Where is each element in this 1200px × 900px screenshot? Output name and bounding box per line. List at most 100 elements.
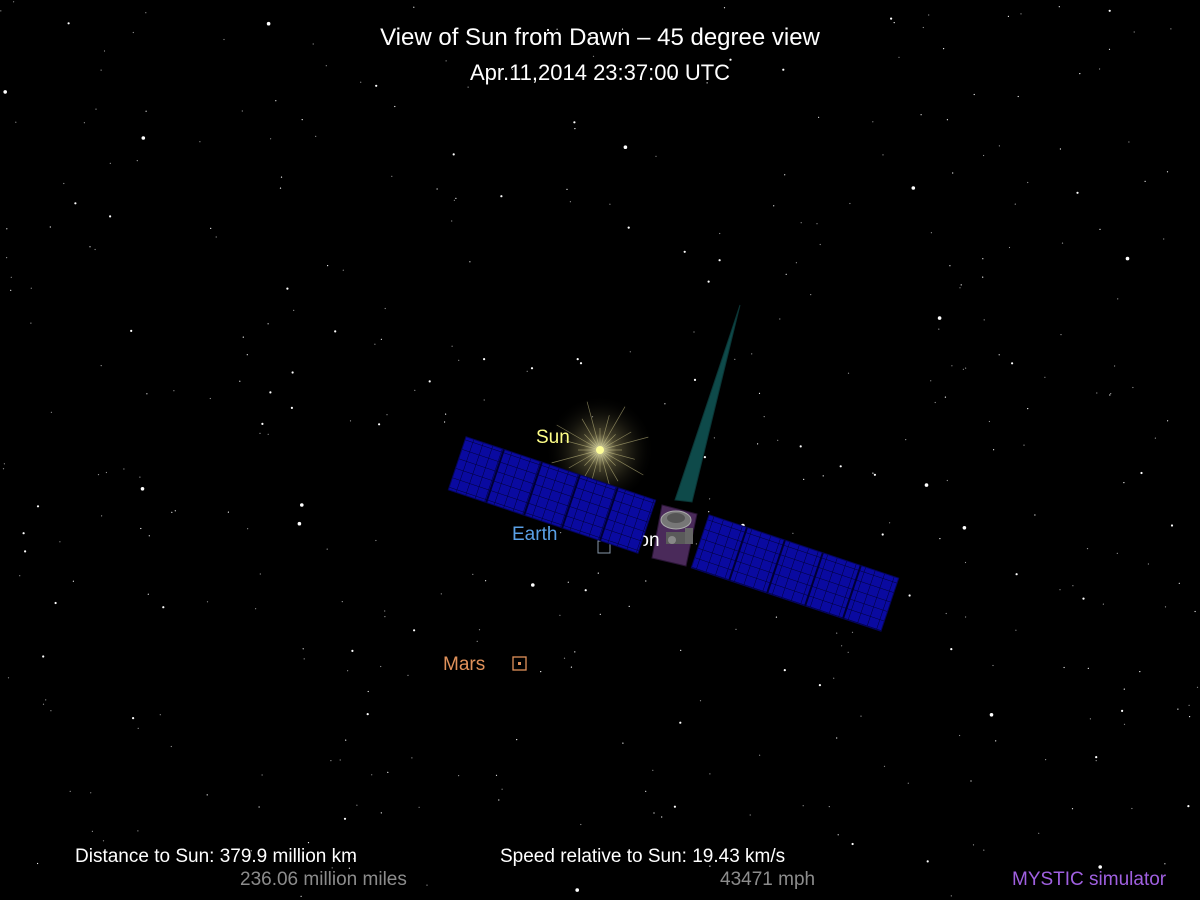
star — [599, 613, 601, 615]
star — [946, 479, 948, 482]
star — [1121, 709, 1124, 713]
star — [970, 780, 972, 782]
star — [42, 655, 45, 658]
star — [315, 135, 317, 137]
star — [959, 287, 961, 289]
star — [378, 423, 381, 426]
star — [784, 174, 786, 176]
star — [327, 265, 329, 267]
star — [847, 651, 849, 653]
star — [130, 329, 133, 332]
star — [723, 7, 726, 9]
star — [159, 714, 161, 716]
star — [293, 309, 295, 311]
star — [387, 771, 389, 774]
star — [693, 331, 695, 333]
star — [94, 248, 96, 251]
star — [3, 463, 5, 465]
star — [1027, 181, 1029, 184]
star — [137, 727, 139, 730]
star — [872, 121, 874, 123]
star — [384, 610, 386, 612]
star — [795, 262, 798, 264]
star — [91, 830, 93, 833]
star — [803, 478, 805, 480]
star — [719, 232, 721, 235]
star — [1034, 514, 1036, 516]
star — [386, 414, 388, 416]
star — [1027, 408, 1029, 410]
star — [655, 155, 657, 157]
star — [860, 715, 862, 717]
star — [1076, 191, 1079, 194]
star — [50, 411, 53, 413]
star — [469, 261, 471, 263]
star — [414, 389, 416, 391]
star — [934, 401, 936, 404]
star — [570, 666, 573, 668]
star — [210, 227, 212, 229]
star — [645, 790, 647, 792]
star — [49, 226, 51, 228]
star — [735, 628, 737, 631]
star — [939, 538, 941, 540]
star — [356, 804, 358, 806]
star — [36, 505, 40, 508]
star — [476, 640, 478, 643]
star — [995, 740, 997, 742]
star — [467, 86, 469, 88]
star — [622, 742, 624, 744]
star — [0, 10, 2, 12]
star — [472, 573, 474, 576]
star — [982, 276, 984, 278]
star — [734, 358, 736, 360]
star — [374, 343, 376, 345]
star — [209, 397, 211, 400]
star — [15, 121, 17, 123]
star — [819, 243, 821, 246]
star — [6, 228, 8, 230]
star — [290, 406, 293, 409]
star — [453, 199, 455, 201]
star — [962, 526, 967, 530]
star — [973, 93, 975, 96]
star — [343, 817, 347, 820]
star — [802, 805, 804, 807]
star — [275, 100, 277, 102]
star — [569, 201, 572, 203]
star — [629, 351, 631, 353]
star — [1164, 606, 1167, 608]
star — [763, 416, 765, 418]
star — [146, 393, 148, 395]
star — [872, 472, 874, 474]
star — [946, 119, 949, 121]
star — [199, 141, 201, 143]
star — [944, 396, 947, 398]
star — [347, 670, 349, 672]
earth-label: Earth — [512, 524, 558, 545]
star — [652, 769, 654, 771]
star — [97, 474, 100, 476]
star — [267, 433, 269, 435]
star — [100, 365, 102, 367]
star — [351, 649, 354, 653]
star — [749, 814, 751, 816]
star — [1164, 863, 1166, 865]
star — [597, 572, 599, 574]
star — [1167, 420, 1169, 422]
star — [286, 287, 289, 290]
star — [330, 760, 332, 762]
star — [945, 612, 947, 615]
star — [833, 677, 835, 679]
star — [1194, 610, 1196, 613]
star — [563, 657, 566, 659]
star — [145, 110, 147, 112]
star — [1196, 686, 1199, 688]
star — [1116, 552, 1118, 555]
star — [136, 160, 138, 162]
star — [609, 203, 611, 205]
star — [1072, 585, 1074, 587]
star — [982, 258, 984, 260]
star — [988, 420, 991, 423]
star — [708, 511, 710, 513]
